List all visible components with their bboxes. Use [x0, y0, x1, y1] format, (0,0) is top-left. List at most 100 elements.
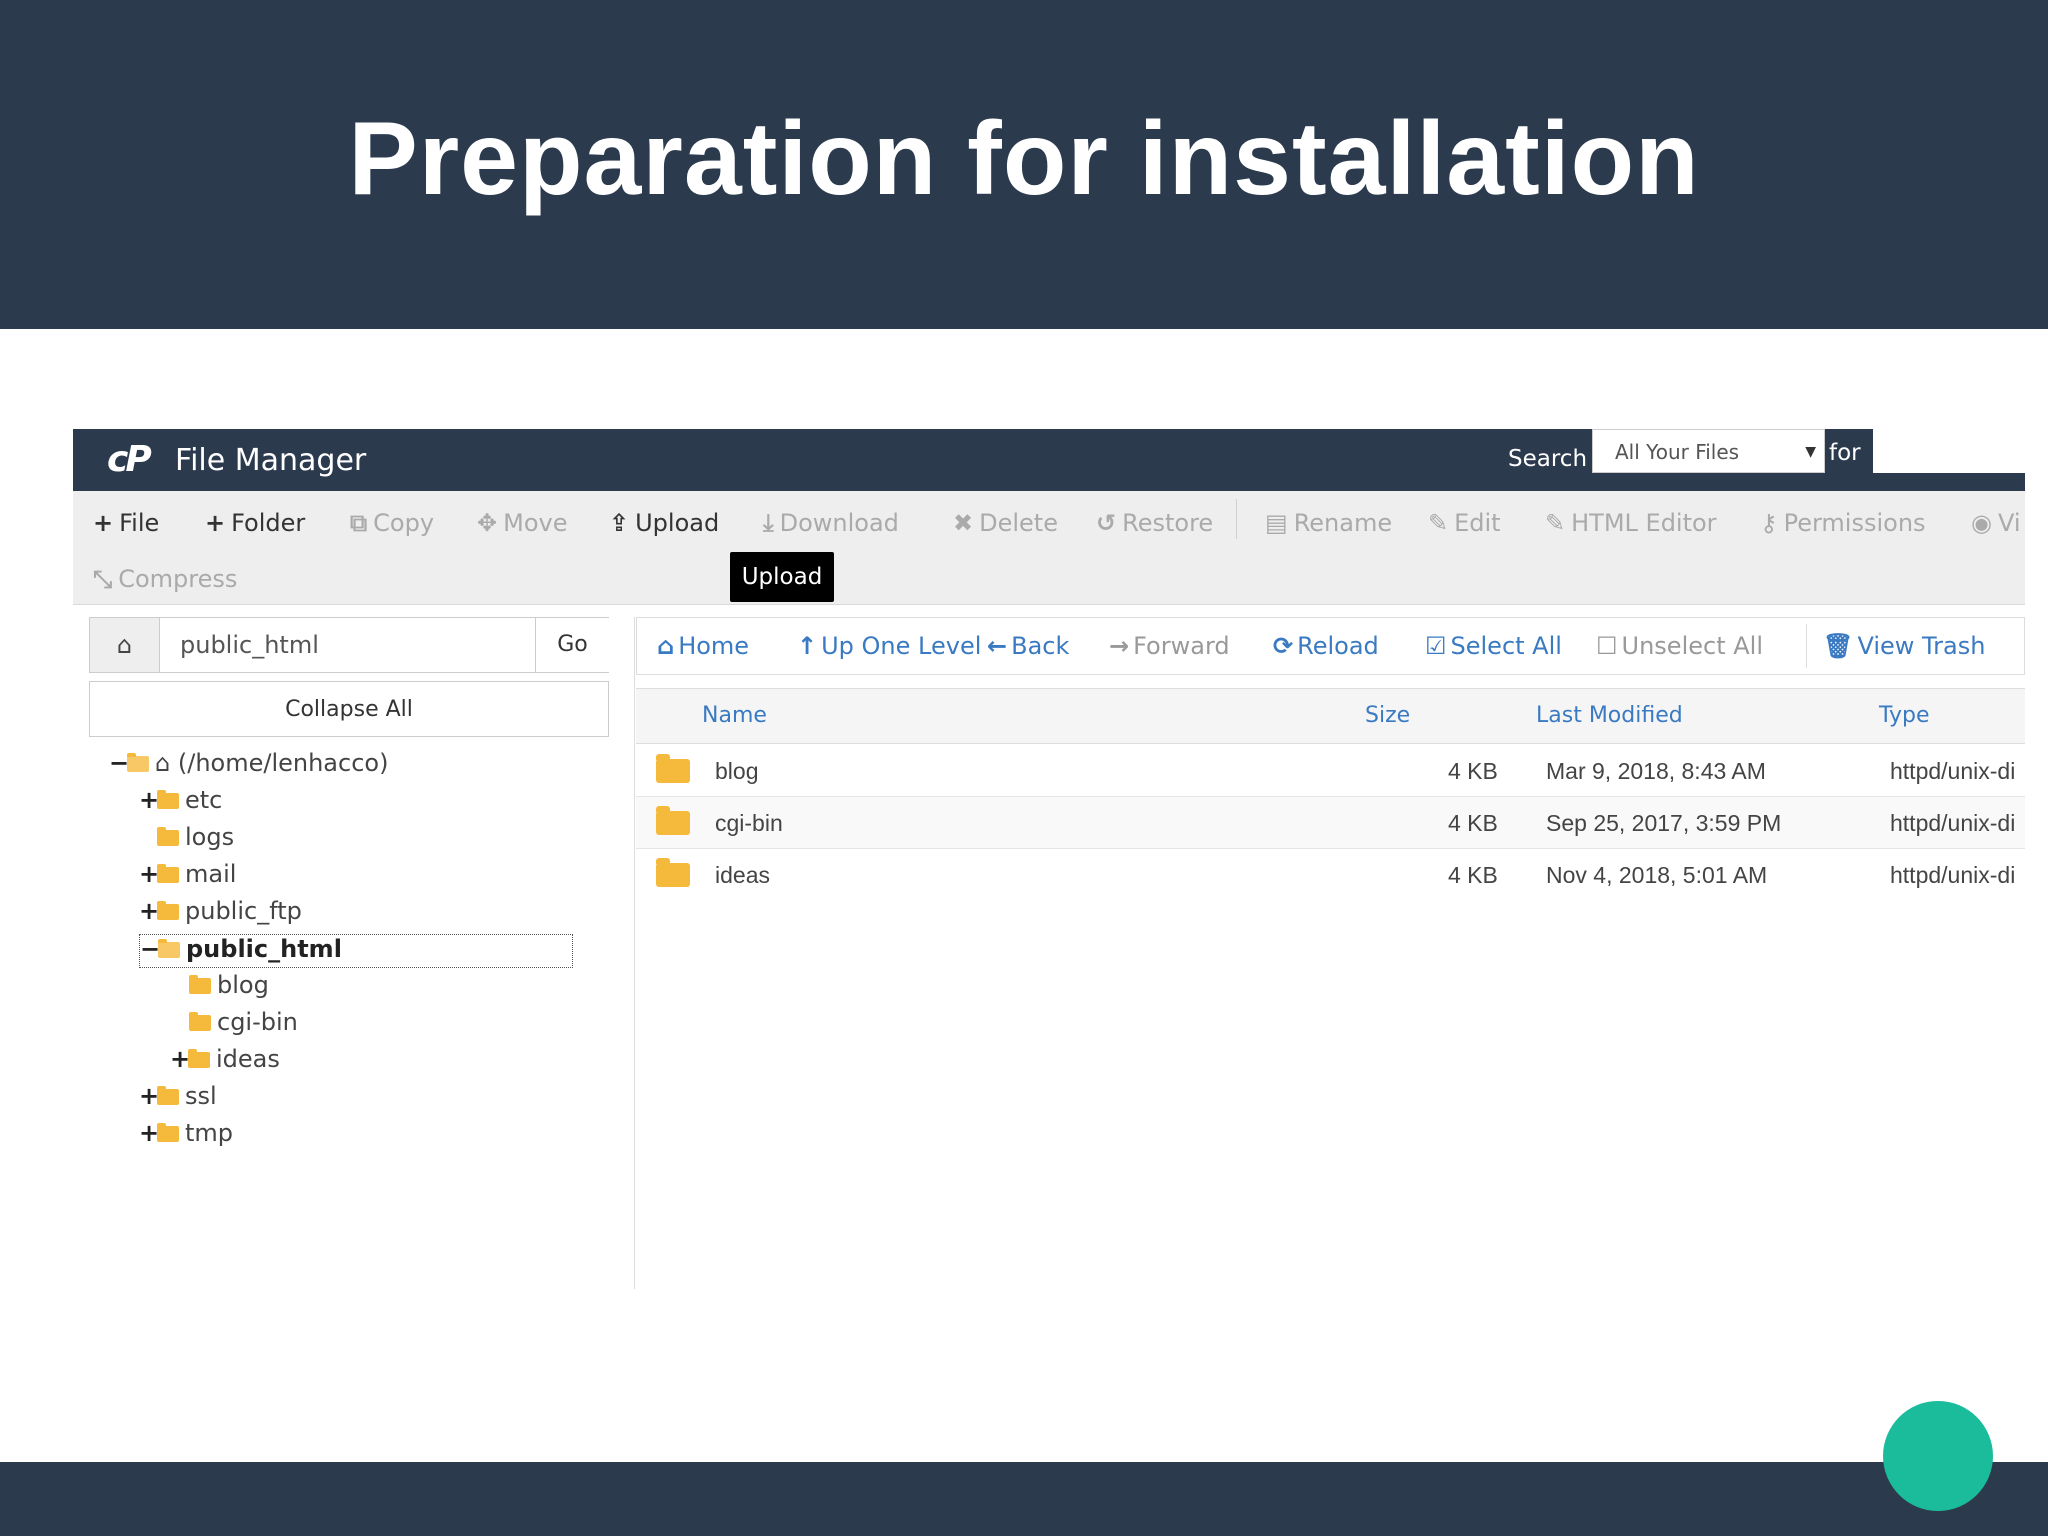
new-file-button[interactable]: + File — [93, 509, 159, 537]
tree-item-cgi-bin[interactable]: cgi-bin — [189, 1008, 298, 1042]
file-type: httpd/unix-di — [1890, 758, 2016, 784]
decorative-circle — [1883, 1401, 1993, 1511]
tree-item-root[interactable]: − ⌂ (/home/lenhacco) — [109, 749, 388, 783]
search-input[interactable] — [1873, 429, 2025, 473]
go-button[interactable]: Go — [535, 618, 609, 672]
folder-icon — [157, 1086, 179, 1105]
tree-item-public-ftp[interactable]: + public_ftp — [139, 897, 302, 931]
reload-icon: ⟳ — [1273, 632, 1294, 660]
path-input[interactable] — [160, 618, 535, 672]
upload-button[interactable]: ⇪ Upload — [609, 509, 719, 537]
new-folder-button[interactable]: + Folder — [205, 509, 305, 537]
tree-item-mail[interactable]: + mail — [139, 860, 236, 894]
tree-item-blog[interactable]: blog — [189, 971, 269, 1005]
nav-view-trash-button[interactable]: 🗑 View Trash — [1823, 618, 1985, 674]
edit-icon: ✎ — [1545, 509, 1566, 537]
tree-item-tmp[interactable]: + tmp — [139, 1119, 233, 1153]
table-row[interactable]: ideas 4 KB Nov 4, 2018, 5:01 AM httpd/un… — [636, 849, 2025, 901]
expand-icon[interactable]: + — [139, 1119, 159, 1147]
search-for-label: for — [1829, 440, 1861, 466]
folder-icon — [157, 901, 179, 920]
expand-icon[interactable]: + — [170, 1045, 190, 1073]
column-last-modified[interactable]: Last Modified — [1536, 689, 1683, 743]
collapse-icon[interactable]: − — [109, 749, 129, 777]
pencil-icon: ✎ — [1428, 509, 1449, 537]
tree-item-ideas[interactable]: + ideas — [170, 1045, 280, 1079]
nav-unselect-all-button[interactable]: ☐ Unselect All — [1596, 618, 1763, 674]
nav-back-button[interactable]: ← Back — [987, 618, 1069, 674]
move-button[interactable]: ✥ Move — [477, 509, 567, 537]
app-topbar: cP File Manager Search All Your Files ▼ … — [73, 429, 2025, 491]
tree-item-logs[interactable]: logs — [157, 823, 234, 857]
move-icon: ✥ — [477, 509, 498, 537]
expand-icon[interactable]: + — [139, 860, 159, 888]
nav-up-one-level-button[interactable]: ↑ Up One Level — [797, 618, 981, 674]
home-icon: ⌂ — [657, 632, 675, 660]
file-type: httpd/unix-di — [1890, 862, 2016, 888]
app-title: File Manager — [175, 443, 367, 478]
nav-reload-button[interactable]: ⟳ Reload — [1273, 618, 1379, 674]
chevron-down-icon: ▼ — [1805, 444, 1816, 460]
collapse-all-button[interactable]: Collapse All — [89, 681, 609, 737]
upload-tooltip: Upload — [730, 552, 834, 602]
folder-icon — [656, 806, 690, 835]
download-button[interactable]: ⤓ Download — [763, 509, 899, 537]
html-editor-button[interactable]: ✎ HTML Editor — [1545, 509, 1717, 537]
file-icon: ▤ — [1265, 509, 1288, 537]
expand-icon[interactable]: + — [139, 1082, 159, 1110]
folder-icon — [157, 864, 179, 883]
view-button[interactable]: ◉ Vi — [1971, 509, 2021, 537]
edit-button[interactable]: ✎ Edit — [1428, 509, 1501, 537]
arrow-left-icon: ← — [987, 632, 1008, 660]
delete-button[interactable]: ✖ Delete — [953, 509, 1058, 537]
collapse-icon[interactable]: − — [140, 935, 160, 963]
column-size[interactable]: Size — [1365, 689, 1410, 743]
toolbar: + File + Folder ⧉ Copy ✥ Move ⇪ Upload ⤓ Downl… — [73, 491, 2025, 605]
folder-icon — [656, 754, 690, 783]
nav-home-button[interactable]: ⌂ Home — [657, 618, 749, 674]
expand-icon[interactable]: + — [139, 786, 159, 814]
cpanel-logo: cP — [107, 439, 152, 480]
checkbox-empty-icon: ☐ — [1596, 632, 1618, 660]
file-size: 4 KB — [1448, 758, 1498, 784]
download-icon: ⤓ — [763, 509, 774, 537]
permissions-button[interactable]: ⚷ Permissions — [1760, 509, 1926, 537]
column-name[interactable]: Name — [702, 689, 767, 743]
table-row[interactable]: cgi-bin 4 KB Sep 25, 2017, 3:59 PM httpd… — [636, 797, 2025, 849]
folder-icon — [157, 1123, 179, 1142]
eye-icon: ◉ — [1971, 509, 1992, 537]
toolbar-divider — [1236, 499, 1237, 539]
folder-icon — [656, 858, 690, 887]
folder-open-icon — [127, 753, 149, 772]
column-type[interactable]: Type — [1879, 689, 1930, 743]
checkbox-checked-icon: ☑ — [1425, 632, 1447, 660]
upload-icon: ⇪ — [609, 509, 630, 537]
folder-icon — [188, 1049, 210, 1068]
search-label: Search — [1508, 446, 1588, 472]
nav-divider — [1806, 624, 1807, 668]
file-size: 4 KB — [1448, 862, 1498, 888]
tree-item-ssl[interactable]: + ssl — [139, 1082, 217, 1116]
file-table-header: Name Size Last Modified Type — [636, 688, 2025, 744]
table-row[interactable]: blog 4 KB Mar 9, 2018, 8:43 AM httpd/uni… — [636, 745, 2025, 797]
compress-button[interactable]: ⤡ Compress — [93, 565, 237, 593]
file-modified: Nov 4, 2018, 5:01 AM — [1546, 862, 1768, 888]
delete-icon: ✖ — [953, 509, 974, 537]
plus-icon: + — [205, 509, 226, 537]
expand-icon[interactable]: + — [139, 897, 159, 925]
path-bar: ⌂ Go — [89, 617, 609, 673]
copy-button[interactable]: ⧉ Copy — [350, 509, 434, 537]
key-icon: ⚷ — [1760, 509, 1778, 537]
tree-item-public-html[interactable]: − public_html — [139, 934, 573, 968]
trash-icon: 🗑 — [1823, 632, 1854, 660]
home-icon[interactable]: ⌂ — [90, 618, 160, 672]
nav-select-all-button[interactable]: ☑ Select All — [1425, 618, 1562, 674]
tree-item-etc[interactable]: + etc — [139, 786, 222, 820]
file-name: blog — [715, 758, 759, 784]
file-type: httpd/unix-di — [1890, 810, 2016, 836]
level-up-icon: ↑ — [797, 632, 818, 660]
search-scope-select[interactable]: All Your Files ▼ — [1592, 429, 1825, 473]
nav-forward-button[interactable]: → Forward — [1109, 618, 1230, 674]
restore-button[interactable]: ↺ Restore — [1096, 509, 1213, 537]
rename-button[interactable]: ▤ Rename — [1265, 509, 1392, 537]
